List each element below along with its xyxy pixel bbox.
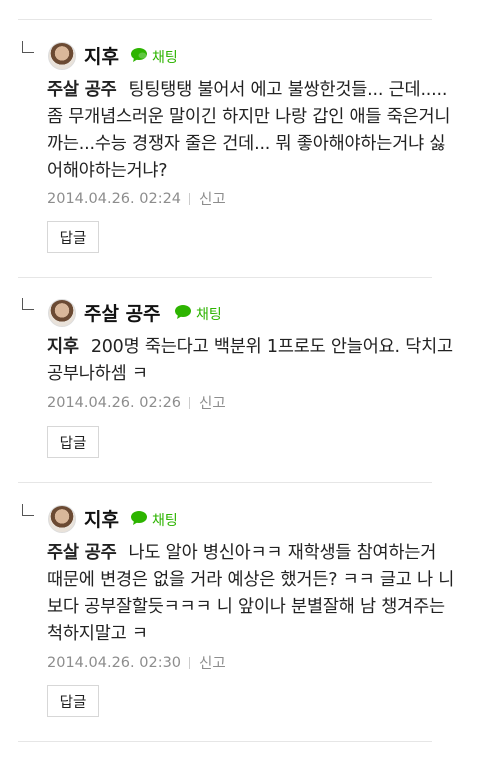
comment-author[interactable]: 지후: [84, 505, 119, 532]
comment-item: 지후 채팅 주살 공주 팅팅탱탱 불어서 에고 불쌍한것들... 근데.....좀…: [0, 20, 480, 278]
comment-meta: 2014.04.26. 02:30 신고: [47, 652, 226, 673]
comment-date: 2014.04.26. 02:24: [47, 190, 182, 207]
reply-arrow-icon: [22, 504, 34, 516]
comment-body: 주살 공주 팅팅탱탱 불어서 에고 불쌍한것들... 근데.....좀 무개념스러…: [47, 77, 457, 185]
comment-meta: 2014.04.26. 02:24 신고: [47, 188, 226, 209]
avatar[interactable]: [48, 505, 76, 533]
reply-arrow-icon: [22, 298, 34, 310]
reply-target[interactable]: 주살 공주: [47, 80, 117, 100]
report-link[interactable]: 신고: [199, 652, 226, 673]
comment-item: 주살 공주 채팅 지후 200명 죽는다고 백분위 1프로도 안늘어요. 닥치고 …: [0, 277, 480, 482]
avatar[interactable]: [48, 42, 76, 70]
reply-target[interactable]: 주살 공주: [47, 543, 117, 563]
chat-label: 채팅: [196, 307, 222, 323]
meta-separator: [189, 192, 191, 205]
chat-link[interactable]: 채팅: [130, 47, 178, 67]
meta-separator: [189, 656, 191, 669]
divider: [18, 741, 432, 742]
comment-date: 2014.04.26. 02:26: [47, 394, 182, 411]
reply-button[interactable]: 답글: [47, 426, 99, 458]
reply-button[interactable]: 답글: [47, 685, 99, 717]
chat-bubble-icon: [130, 510, 148, 530]
comment-meta: 2014.04.26. 02:26 신고: [47, 392, 226, 413]
comment-item: 지후 채팅 주살 공주 나도 알아 병신아ㅋㅋ 재학생들 참여하는거 때문에 변경…: [0, 483, 480, 741]
chat-label: 채팅: [152, 50, 178, 66]
meta-separator: [189, 396, 191, 409]
chat-link[interactable]: 채팅: [130, 510, 178, 530]
comment-text: 200명 죽는다고 백분위 1프로도 안늘어요. 닥치고 공부나하셈 ㅋ: [47, 337, 453, 384]
reply-target[interactable]: 지후: [47, 337, 79, 357]
comment-author[interactable]: 주살 공주: [84, 299, 161, 326]
chat-link[interactable]: 채팅: [174, 304, 222, 324]
chat-bubble-icon: [174, 304, 192, 324]
comment-author[interactable]: 지후: [84, 42, 119, 69]
comment-date: 2014.04.26. 02:30: [47, 654, 182, 671]
report-link[interactable]: 신고: [199, 392, 226, 413]
reply-button[interactable]: 답글: [47, 221, 99, 253]
avatar[interactable]: [48, 299, 76, 327]
chat-bubble-icon: [130, 47, 148, 67]
comment-body: 지후 200명 죽는다고 백분위 1프로도 안늘어요. 닥치고 공부나하셈 ㅋ: [47, 334, 457, 388]
chat-label: 채팅: [152, 513, 178, 529]
comment-body: 주살 공주 나도 알아 병신아ㅋㅋ 재학생들 참여하는거 때문에 변경은 없을 거…: [47, 540, 457, 648]
reply-arrow-icon: [22, 41, 34, 53]
report-link[interactable]: 신고: [199, 188, 226, 209]
